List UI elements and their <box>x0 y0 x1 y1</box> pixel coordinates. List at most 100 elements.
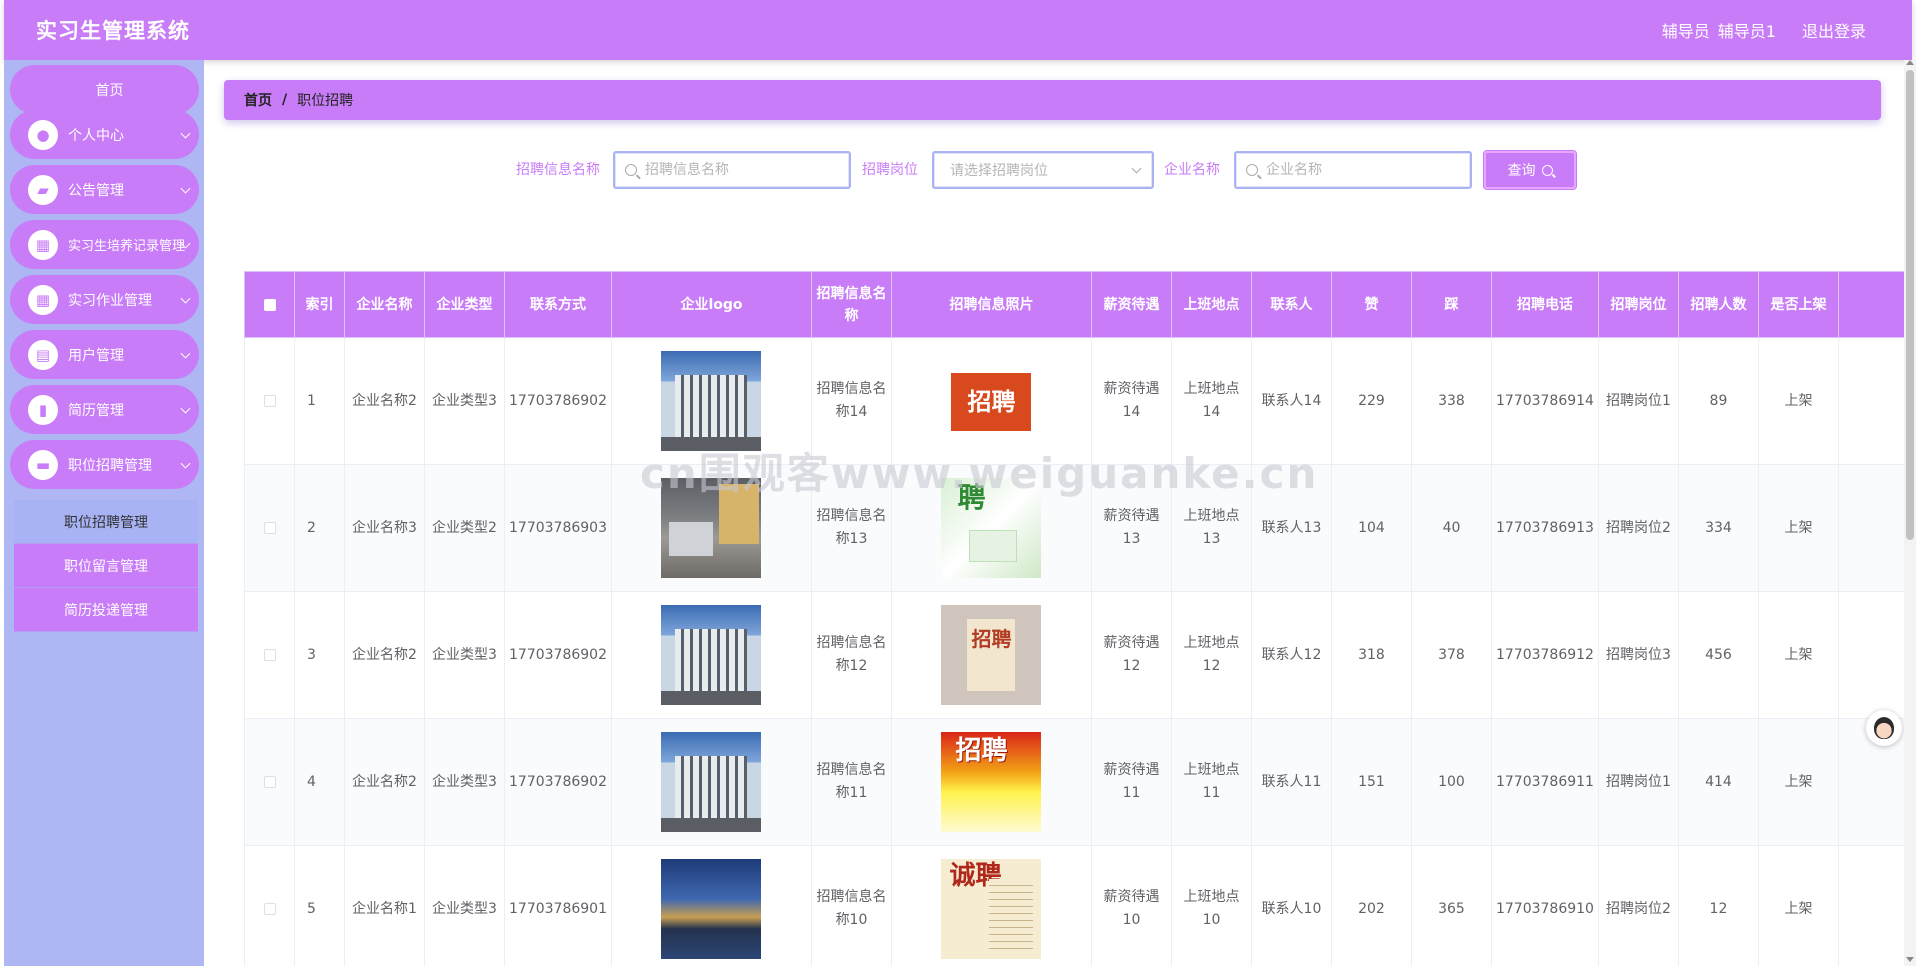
scroll-up-arrow-icon[interactable] <box>1906 60 1914 65</box>
row-checkbox-cell[interactable] <box>244 337 295 465</box>
cell-status: 上架 <box>1757 591 1839 719</box>
search-icon <box>625 164 637 176</box>
search-label-job-info-name: 招聘信息名称 <box>516 162 600 178</box>
cell-post: 招聘岗位3 <box>1597 591 1679 719</box>
sidebar-item-label: 用户管理 <box>68 347 124 364</box>
column-header: 招聘人数 <box>1677 271 1759 338</box>
sidebar-item-job-recruitment[interactable]: ▬ 职位招聘管理 <box>10 440 199 489</box>
query-button[interactable]: 查询 <box>1483 150 1577 190</box>
row-checkbox-cell[interactable] <box>244 464 295 592</box>
column-header: 是否上架 <box>1757 271 1839 338</box>
scrollbar-thumb[interactable] <box>1906 70 1914 540</box>
cell-location: 上班地点10 <box>1170 845 1252 966</box>
table-row: 4 企业名称2 企业类型3 17703786902 招聘信息名称11 招聘 薪资… <box>244 718 1915 846</box>
cell-person: 联系人13 <box>1250 464 1332 592</box>
user-role: 辅导员 <box>1661 22 1710 41</box>
row-checkbox-cell[interactable] <box>244 845 295 966</box>
job-poster-image: 聘 <box>941 478 1042 578</box>
sidebar-item-resumes[interactable]: ▮ 简历管理 <box>10 385 199 434</box>
grid-icon: ▦ <box>28 284 58 315</box>
cell-dislike: 365 <box>1410 845 1492 966</box>
page-scrollbar[interactable] <box>1904 60 1916 966</box>
row-checkbox-cell[interactable] <box>244 718 295 846</box>
company-logo-image <box>661 478 762 578</box>
cell-index: 3 <box>294 591 345 719</box>
job-info-name-field[interactable] <box>645 162 825 178</box>
company-logo-image <box>661 605 762 705</box>
select-all-checkbox[interactable] <box>244 271 295 338</box>
cell-salary: 薪资待遇13 <box>1090 464 1172 592</box>
chevron-down-icon <box>1131 163 1142 174</box>
company-logo-image <box>661 351 762 451</box>
company-name-field[interactable] <box>1266 162 1446 178</box>
submenu-item-job-recruitment[interactable]: 职位招聘管理 <box>14 500 198 544</box>
job-post-select[interactable]: 请选择招聘岗位 <box>932 151 1154 189</box>
cell-salary: 薪资待遇14 <box>1090 337 1172 465</box>
user-icon: ● <box>28 119 58 150</box>
column-header: 赞 <box>1330 271 1412 338</box>
cell-index: 2 <box>294 464 345 592</box>
assistant-avatar[interactable] <box>1866 710 1902 746</box>
poster-text: 招聘 <box>967 619 1016 691</box>
cell-photo: 聘 <box>890 464 1092 592</box>
cell-logo <box>610 718 812 846</box>
submenu-item-resume-delivery[interactable]: 简历投递管理 <box>14 588 198 632</box>
job-poster-image: 诚聘 <box>941 859 1042 959</box>
cell-dislike: 100 <box>1410 718 1492 846</box>
cell-logo <box>610 337 812 465</box>
cell-like: 229 <box>1330 337 1412 465</box>
job-poster-image: 招聘 <box>941 605 1042 705</box>
search-icon <box>1246 164 1258 176</box>
sidebar-item-label: 实习作业管理 <box>68 292 152 309</box>
cell-type: 企业类型3 <box>424 337 505 465</box>
sidebar-item-users[interactable]: ▤ 用户管理 <box>10 330 199 379</box>
breadcrumb-separator: / <box>282 92 288 108</box>
chevron-down-icon <box>180 348 191 359</box>
sidebar-item-training-records[interactable]: ▦ 实习生培养记录管理 <box>10 220 199 269</box>
row-checkbox-cell[interactable] <box>244 591 295 719</box>
search-label-job-post: 招聘岗位 <box>862 162 918 178</box>
column-header: 招聘信息名称 <box>810 271 892 338</box>
cell-status: 上架 <box>1757 845 1839 966</box>
job-poster-image: 招聘 <box>941 351 1042 451</box>
cell-person: 联系人10 <box>1250 845 1332 966</box>
poster-text: 招聘 <box>951 373 1032 431</box>
search-label-company-name: 企业名称 <box>1164 162 1220 178</box>
cell-dislike: 338 <box>1410 337 1492 465</box>
cell-like: 202 <box>1330 845 1412 966</box>
cell-name: 招聘信息名称14 <box>810 337 892 465</box>
logout-link[interactable]: 退出登录 <box>1802 18 1866 42</box>
user-info: 辅导员 辅导员1 <box>1662 18 1776 42</box>
sidebar-item-assignments[interactable]: ▦ 实习作业管理 <box>10 275 199 324</box>
cell-dislike: 378 <box>1410 591 1492 719</box>
submenu-item-job-messages[interactable]: 职位留言管理 <box>14 544 198 588</box>
breadcrumb-home[interactable]: 首页 <box>244 90 272 110</box>
cell-salary: 薪资待遇10 <box>1090 845 1172 966</box>
column-header: 踩 <box>1410 271 1492 338</box>
checkbox-icon <box>263 394 276 407</box>
company-logo-image <box>661 732 762 832</box>
cell-person: 联系人14 <box>1250 337 1332 465</box>
cell-status: 上架 <box>1757 718 1839 846</box>
cell-name: 招聘信息名称13 <box>810 464 892 592</box>
building-icon: ▦ <box>28 229 58 260</box>
cell-location: 上班地点13 <box>1170 464 1252 592</box>
cell-phone: 17703786910 <box>1490 845 1599 966</box>
cell-phone: 17703786914 <box>1490 337 1599 465</box>
cell-contact: 17703786902 <box>504 337 612 465</box>
column-header: 上班地点 <box>1170 271 1252 338</box>
cell-post: 招聘岗位2 <box>1597 845 1679 966</box>
scroll-down-arrow-icon[interactable] <box>1906 957 1914 962</box>
column-header: 薪资待遇 <box>1090 271 1172 338</box>
breadcrumb: 首页 / 职位招聘 <box>224 80 1881 120</box>
query-button-label: 查询 <box>1507 163 1536 179</box>
sidebar-item-home[interactable]: 首页 <box>10 65 199 114</box>
search-input-company-name[interactable] <box>1234 151 1472 189</box>
sidebar-item-label: 简历管理 <box>68 402 124 419</box>
search-input-job-info-name[interactable] <box>613 151 851 189</box>
breadcrumb-current: 职位招聘 <box>297 93 354 109</box>
cell-location: 上班地点12 <box>1170 591 1252 719</box>
cell-phone: 17703786911 <box>1490 718 1599 846</box>
table-header-row: 索引 企业名称 企业类型 联系方式 企业logo 招聘信息名称 招聘信息照片 薪… <box>244 271 1915 338</box>
cell-like: 104 <box>1330 464 1412 592</box>
